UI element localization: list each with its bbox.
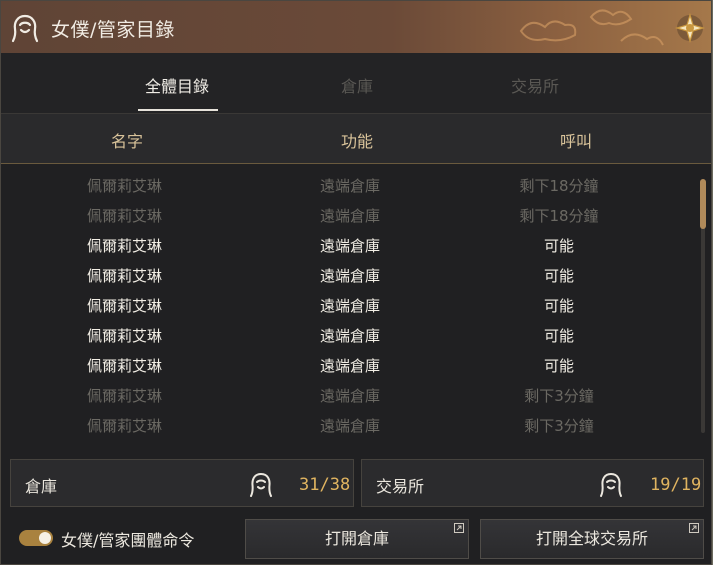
tab-bar: 全體目錄 倉庫 交易所 [1,53,711,114]
row-name: 佩爾莉艾琳 [87,297,163,315]
row-call-status: 可能 [543,267,574,285]
row-name: 佩爾莉艾琳 [87,207,163,225]
group-command-label: 女僕/管家團體命令 [61,531,195,550]
open-global-market-button[interactable]: 打開全球交易所 [480,519,704,559]
popout-icon [454,523,464,533]
scrollbar-thumb[interactable] [700,179,706,229]
column-header-call: 呼叫 [560,132,593,151]
row-function: 遠端倉庫 [320,267,381,285]
maid-icon [600,473,622,497]
row-name: 佩爾莉艾琳 [87,417,163,435]
row-function: 遠端倉庫 [320,417,381,435]
row-call-status: 可能 [543,357,574,375]
row-call-status: 剩下3分鐘 [524,387,594,405]
row-call-status: 可能 [543,297,574,315]
marketplace-count: 19/19 [650,475,702,495]
list-item[interactable]: 佩爾莉艾琳 遠端倉庫 可能 [1,320,695,350]
row-call-status: 剩下18分鐘 [519,177,599,195]
list-item[interactable]: 佩爾莉艾琳 遠端倉庫 剩下3分鐘 [1,380,695,410]
row-name: 佩爾莉艾琳 [87,357,163,375]
row-function: 遠端倉庫 [320,327,381,345]
maid-butler-list-window: 女僕/管家目錄 全體目錄 倉庫 交易所 名字 功能 呼叫 佩爾莉艾琳 遠端倉庫 剩下… [0,0,712,565]
marketplace-summary-label: 交易所 [376,477,425,496]
row-function: 遠端倉庫 [320,357,381,375]
warehouse-count: 31/38 [299,475,351,495]
warehouse-summary-label: 倉庫 [25,477,58,496]
row-name: 佩爾莉艾琳 [87,327,163,345]
row-name: 佩爾莉艾琳 [87,387,163,405]
row-function: 遠端倉庫 [320,387,381,405]
list-item[interactable]: 佩爾莉艾琳 遠端倉庫 剩下3分鐘 [1,410,695,440]
marketplace-summary: 交易所 19/19 [361,459,704,507]
column-header: 名字 功能 呼叫 [1,114,711,164]
toggle-knob [39,532,51,544]
list-item[interactable]: 佩爾莉艾琳 遠端倉庫 可能 [1,290,695,320]
open-global-market-label: 打開全球交易所 [535,529,648,548]
group-command-toggle[interactable] [19,530,53,546]
row-call-status: 可能 [543,237,574,255]
title-bar: 女僕/管家目錄 [1,1,711,54]
open-warehouse-label: 打開倉庫 [324,529,389,548]
compass-emblem-icon[interactable] [675,13,705,43]
list-item[interactable]: 佩爾莉艾琳 遠端倉庫 剩下18分鐘 [1,200,695,230]
row-name: 佩爾莉艾琳 [87,267,163,285]
active-tab-indicator [138,109,218,111]
list-item[interactable]: 佩爾莉艾琳 遠端倉庫 可能 [1,350,695,380]
popout-icon [689,523,699,533]
column-header-function: 功能 [341,132,374,151]
row-call-status: 剩下3分鐘 [524,417,594,435]
warehouse-summary: 倉庫 31/38 [10,459,354,507]
column-header-name: 名字 [111,132,144,151]
open-warehouse-button[interactable]: 打開倉庫 [245,519,469,559]
row-function: 遠端倉庫 [320,207,381,225]
maid-list: 佩爾莉艾琳 遠端倉庫 剩下18分鐘 佩爾莉艾琳 遠端倉庫 剩下18分鐘 佩爾莉艾琳 遠端倉庫可… [1,164,695,446]
list-item[interactable]: 佩爾莉艾琳 遠端倉庫 剩下18分鐘 [1,170,695,200]
row-function: 遠端倉庫 [320,177,381,195]
row-call-status: 可能 [543,327,574,345]
tab-marketplace[interactable]: 交易所 [511,73,559,97]
row-function: 遠端倉庫 [320,297,381,315]
list-item[interactable]: 佩爾莉艾琳 遠端倉庫 可能 [1,260,695,290]
window-title: 女僕/管家目錄 [51,19,175,41]
row-name: 佩爾莉艾琳 [87,177,163,195]
list-item[interactable]: 佩爾莉艾琳 遠端倉庫 可能 [1,230,695,260]
maid-icon [11,14,39,43]
maid-icon [250,473,272,497]
tab-warehouse[interactable]: 倉庫 [341,73,373,97]
row-call-status: 剩下18分鐘 [519,207,599,225]
row-name: 佩爾莉艾琳 [87,237,163,255]
row-function: 遠端倉庫 [320,237,381,255]
tab-all-list[interactable]: 全體目錄 [145,73,209,97]
